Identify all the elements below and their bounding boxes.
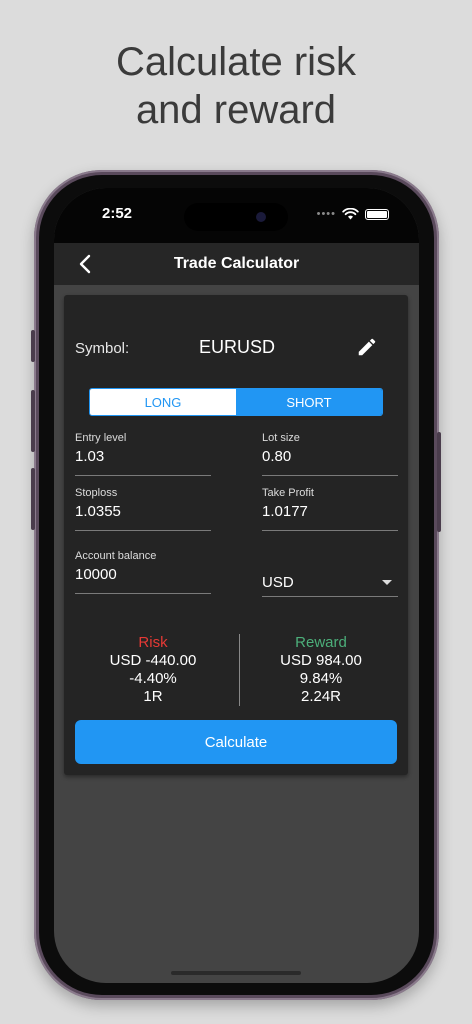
stoploss-input[interactable] (75, 503, 211, 531)
caret-down-icon (382, 580, 392, 585)
stoploss-label: Stoploss (75, 487, 118, 499)
action-button (31, 330, 35, 362)
entry-level-input[interactable] (75, 448, 211, 476)
risk-column: Risk USD -440.00 -4.40% 1R (67, 634, 239, 706)
risk-ratio: 1R (143, 688, 163, 705)
account-balance-label: Account balance (75, 550, 157, 562)
pencil-icon[interactable] (356, 336, 378, 358)
camera-icon (256, 212, 266, 222)
reward-label: Reward (295, 634, 347, 651)
stoploss-field: Stoploss (75, 487, 211, 531)
battery-icon (365, 208, 389, 220)
lot-size-field: Lot size (262, 432, 398, 476)
account-balance-field: Account balance (75, 550, 211, 594)
headline: Calculate risk and reward (0, 38, 472, 134)
risk-amount: USD -440.00 (109, 652, 197, 669)
currency-value: USD (262, 574, 294, 591)
calculator-card: Symbol: EURUSD LONG SHORT Entry level Lo… (64, 295, 408, 775)
status-icons: •••• (317, 208, 389, 220)
entry-level-label: Entry level (75, 432, 127, 444)
take-profit-input[interactable] (262, 503, 398, 531)
screen: 2:52 •••• Trade Calculator Symbol: EURUS… (54, 188, 419, 983)
reward-amount: USD 984.00 (280, 652, 362, 669)
reward-percent: 9.84% (299, 670, 343, 687)
nav-title: Trade Calculator (173, 255, 300, 272)
dynamic-island (184, 203, 288, 231)
home-indicator (171, 971, 301, 975)
results-panel: Risk USD -440.00 -4.40% 1R Reward USD 98… (64, 634, 408, 706)
take-profit-label: Take Profit (262, 487, 314, 499)
long-option[interactable]: LONG (90, 389, 236, 415)
currency-select[interactable]: USD (262, 563, 398, 597)
account-balance-input[interactable] (75, 566, 211, 594)
risk-label: Risk (138, 634, 168, 651)
status-time: 2:52 (102, 205, 133, 222)
nav-bar: Trade Calculator (54, 243, 419, 285)
reward-ratio: 2.24R (300, 688, 342, 705)
symbol-label: Symbol: (75, 340, 130, 357)
status-bar: 2:52 •••• (54, 188, 419, 243)
take-profit-field: Take Profit (262, 487, 398, 531)
calculate-button[interactable]: Calculate (75, 720, 397, 764)
power-button (437, 432, 441, 532)
symbol-value: EURUSD (199, 337, 276, 357)
headline-line-1: Calculate risk (115, 40, 357, 84)
lot-size-input[interactable] (262, 448, 398, 476)
volume-up-button (31, 390, 35, 452)
risk-percent: -4.40% (129, 670, 177, 687)
headline-line-2: and reward (135, 88, 337, 132)
lot-size-label: Lot size (262, 432, 300, 444)
entry-level-field: Entry level (75, 432, 211, 476)
reward-column: Reward USD 984.00 9.84% 2.24R (235, 634, 407, 706)
direction-toggle: LONG SHORT (89, 388, 383, 416)
cellular-dots-icon: •••• (316, 208, 336, 220)
volume-down-button (31, 468, 35, 530)
wifi-icon (342, 208, 359, 220)
short-option[interactable]: SHORT (236, 389, 382, 415)
